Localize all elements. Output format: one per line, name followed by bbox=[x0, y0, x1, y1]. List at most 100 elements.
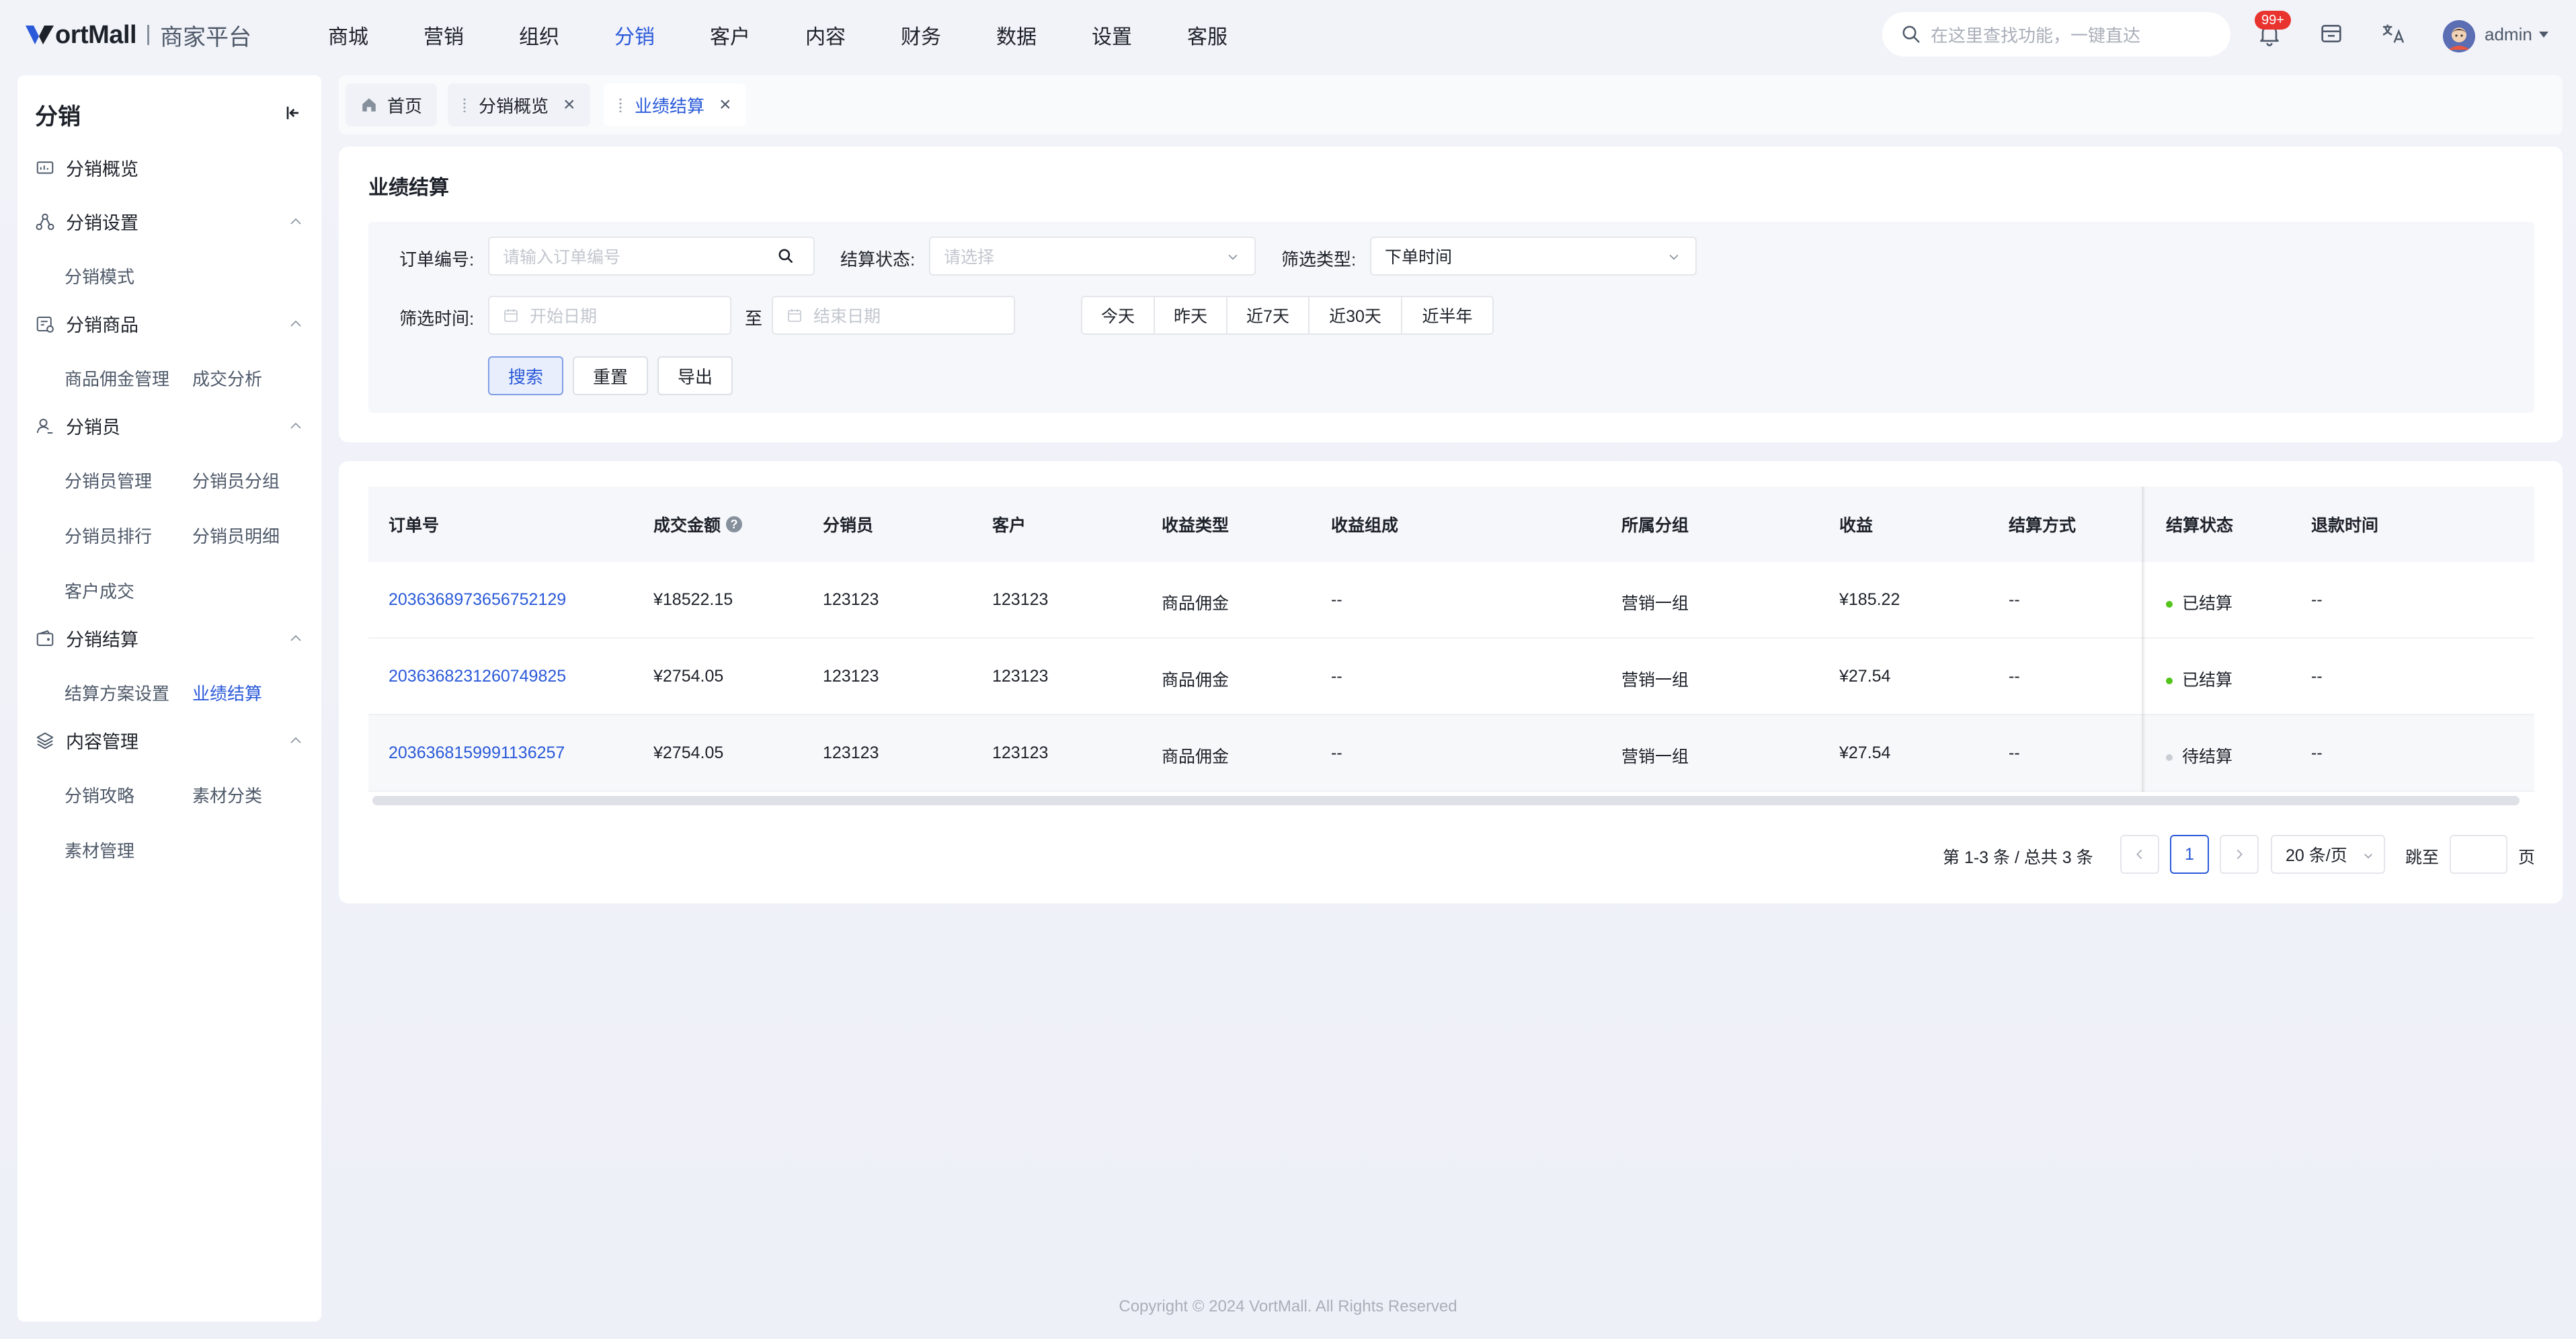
date-range-separator: 至 bbox=[745, 309, 763, 329]
fixed-column-shadow bbox=[2142, 487, 2146, 792]
sidebar-group-settlement[interactable]: 分销结算 bbox=[35, 625, 304, 651]
horizontal-scrollbar[interactable] bbox=[372, 796, 2520, 805]
dashboard-icon bbox=[36, 161, 54, 173]
translate-icon[interactable] bbox=[2380, 20, 2407, 47]
sidebar-group-content[interactable]: 内容管理 bbox=[35, 727, 304, 754]
sidebar-item-overview[interactable]: 分销概览 bbox=[35, 155, 304, 181]
drag-handle-icon[interactable] bbox=[462, 97, 467, 112]
status-text: 已结算 bbox=[2182, 671, 2233, 690]
sidebar-item-performance-settlement[interactable]: 业绩结算 bbox=[192, 680, 262, 705]
help-icon[interactable]: ? bbox=[726, 516, 743, 532]
cell-customer: 123123 bbox=[992, 667, 1049, 686]
quick-yesterday-button[interactable]: 昨天 bbox=[1155, 297, 1227, 333]
next-page-button[interactable] bbox=[2220, 835, 2259, 874]
chevron-up-icon bbox=[290, 635, 301, 641]
cell-method: -- bbox=[2009, 743, 2020, 762]
tab-overview[interactable]: 分销概览 × bbox=[448, 83, 590, 126]
sidebar-item-material-category[interactable]: 素材分类 bbox=[192, 782, 262, 807]
tab-performance-settlement[interactable]: 业绩结算 × bbox=[604, 83, 746, 126]
order-number-label: 订单编号: bbox=[399, 249, 475, 270]
reset-button[interactable]: 重置 bbox=[573, 356, 648, 395]
cell-income: ¥27.54 bbox=[1839, 743, 1891, 762]
global-search-input[interactable]: 在这里查找功能，一键直达 bbox=[1882, 12, 2230, 56]
sidebar-item-commission[interactable]: 商品佣金管理 bbox=[65, 366, 169, 391]
settlement-status-label: 结算状态: bbox=[840, 249, 916, 270]
column-income-type: 收益类型 bbox=[1162, 516, 1230, 535]
sidebar-item-analysis[interactable]: 成交分析 bbox=[192, 366, 262, 391]
quick-7days-button[interactable]: 近7天 bbox=[1227, 297, 1310, 333]
tab-label: 业绩结算 bbox=[635, 95, 705, 116]
export-button[interactable]: 导出 bbox=[657, 356, 733, 395]
start-date-placeholder: 开始日期 bbox=[530, 307, 598, 326]
brand-name: ortMall bbox=[55, 20, 137, 49]
status-dot-icon bbox=[2166, 678, 2173, 685]
nav-content[interactable]: 内容 bbox=[805, 20, 846, 50]
page-size-value: 20 条/页 bbox=[2286, 846, 2347, 865]
start-date-input[interactable]: 开始日期 bbox=[488, 296, 731, 335]
quick-halfyear-button[interactable]: 近半年 bbox=[1402, 297, 1492, 333]
prev-page-button[interactable] bbox=[2120, 835, 2159, 874]
cell-composition: -- bbox=[1331, 667, 1342, 686]
brand-logo[interactable]: ortMall 商家平台 bbox=[24, 17, 251, 52]
page-size-select[interactable]: 20 条/页 bbox=[2271, 835, 2385, 874]
sidebar-item-mode[interactable]: 分销模式 bbox=[65, 263, 134, 288]
nav-settings[interactable]: 设置 bbox=[1092, 20, 1132, 50]
filter-type-select[interactable]: 下单时间 bbox=[1370, 237, 1697, 276]
settlement-status-placeholder: 请选择 bbox=[944, 248, 995, 267]
chevron-up-icon bbox=[290, 737, 301, 743]
sidebar-item-guide[interactable]: 分销攻略 bbox=[65, 782, 134, 807]
settlement-status-select[interactable]: 请选择 bbox=[929, 237, 1256, 276]
sidebar-item-distributor-manage[interactable]: 分销员管理 bbox=[65, 468, 152, 493]
page-title: 业绩结算 bbox=[368, 177, 449, 199]
sidebar-group-settings[interactable]: 分销设置 bbox=[35, 208, 304, 235]
nav-mall[interactable]: 商城 bbox=[328, 20, 368, 50]
jump-page-input[interactable] bbox=[2450, 835, 2507, 874]
sidebar-group-goods[interactable]: 分销商品 bbox=[35, 311, 304, 337]
page-number-button[interactable]: 1 bbox=[2170, 835, 2209, 874]
column-group: 所属分组 bbox=[1621, 516, 1689, 535]
nav-data[interactable]: 数据 bbox=[996, 20, 1037, 50]
nav-marketing[interactable]: 营销 bbox=[424, 20, 464, 50]
calendar-icon bbox=[788, 309, 801, 322]
close-icon[interactable]: × bbox=[719, 93, 731, 116]
order-number-input[interactable]: 请输入订单编号 bbox=[488, 237, 760, 276]
quick-today-button[interactable]: 今天 bbox=[1082, 297, 1155, 333]
sidebar-item-distributor-rank[interactable]: 分销员排行 bbox=[65, 523, 152, 548]
status-text: 已结算 bbox=[2182, 594, 2233, 613]
sidebar-group-label: 分销设置 bbox=[66, 213, 138, 233]
order-link[interactable]: 2036368973656752129 bbox=[389, 590, 566, 610]
nav-organization[interactable]: 组织 bbox=[519, 20, 559, 50]
order-search-button[interactable] bbox=[758, 237, 815, 276]
sidebar-group-label: 分销结算 bbox=[66, 630, 138, 650]
collapse-sidebar-icon[interactable] bbox=[282, 102, 304, 124]
status-dot-icon bbox=[2166, 754, 2173, 762]
end-date-input[interactable]: 结束日期 bbox=[772, 296, 1015, 335]
sidebar-group-label: 分销商品 bbox=[66, 315, 138, 335]
sidebar-group-distributor[interactable]: 分销员 bbox=[35, 413, 304, 439]
sidebar-item-distributor-group[interactable]: 分销员分组 bbox=[192, 468, 280, 493]
tabs-bar: 首页 分销概览 × 业绩结算 × bbox=[339, 75, 2563, 134]
sidebar-item-material-manage[interactable]: 素材管理 bbox=[65, 838, 134, 862]
avatar[interactable] bbox=[2443, 20, 2475, 52]
tab-home[interactable]: 首页 bbox=[346, 83, 438, 126]
sidebar-item-plan-settings[interactable]: 结算方案设置 bbox=[65, 680, 169, 705]
drag-handle-icon[interactable] bbox=[618, 97, 622, 112]
nav-distribution[interactable]: 分销 bbox=[614, 20, 655, 50]
order-link[interactable]: 2036368231260749825 bbox=[389, 667, 566, 686]
jump-label: 跳至 bbox=[2405, 848, 2440, 867]
order-link[interactable]: 2036368159991136257 bbox=[389, 743, 565, 763]
user-menu[interactable]: admin bbox=[2485, 24, 2548, 45]
nav-service[interactable]: 客服 bbox=[1187, 20, 1227, 50]
store-icon[interactable] bbox=[2318, 20, 2345, 47]
filter-time-label: 筛选时间: bbox=[399, 309, 475, 329]
close-icon[interactable]: × bbox=[563, 93, 575, 116]
cell-refund: -- bbox=[2311, 743, 2323, 762]
quick-30days-button[interactable]: 近30天 bbox=[1310, 297, 1402, 333]
sidebar-item-customer-deal[interactable]: 客户成交 bbox=[65, 578, 134, 603]
cell-amount: ¥2754.05 bbox=[653, 743, 724, 762]
search-button[interactable]: 搜索 bbox=[488, 356, 563, 395]
nav-finance[interactable]: 财务 bbox=[901, 20, 941, 50]
sidebar-item-distributor-detail[interactable]: 分销员明细 bbox=[192, 523, 280, 548]
nav-customer[interactable]: 客户 bbox=[710, 20, 750, 50]
sidebar-group-label: 内容管理 bbox=[66, 732, 138, 752]
